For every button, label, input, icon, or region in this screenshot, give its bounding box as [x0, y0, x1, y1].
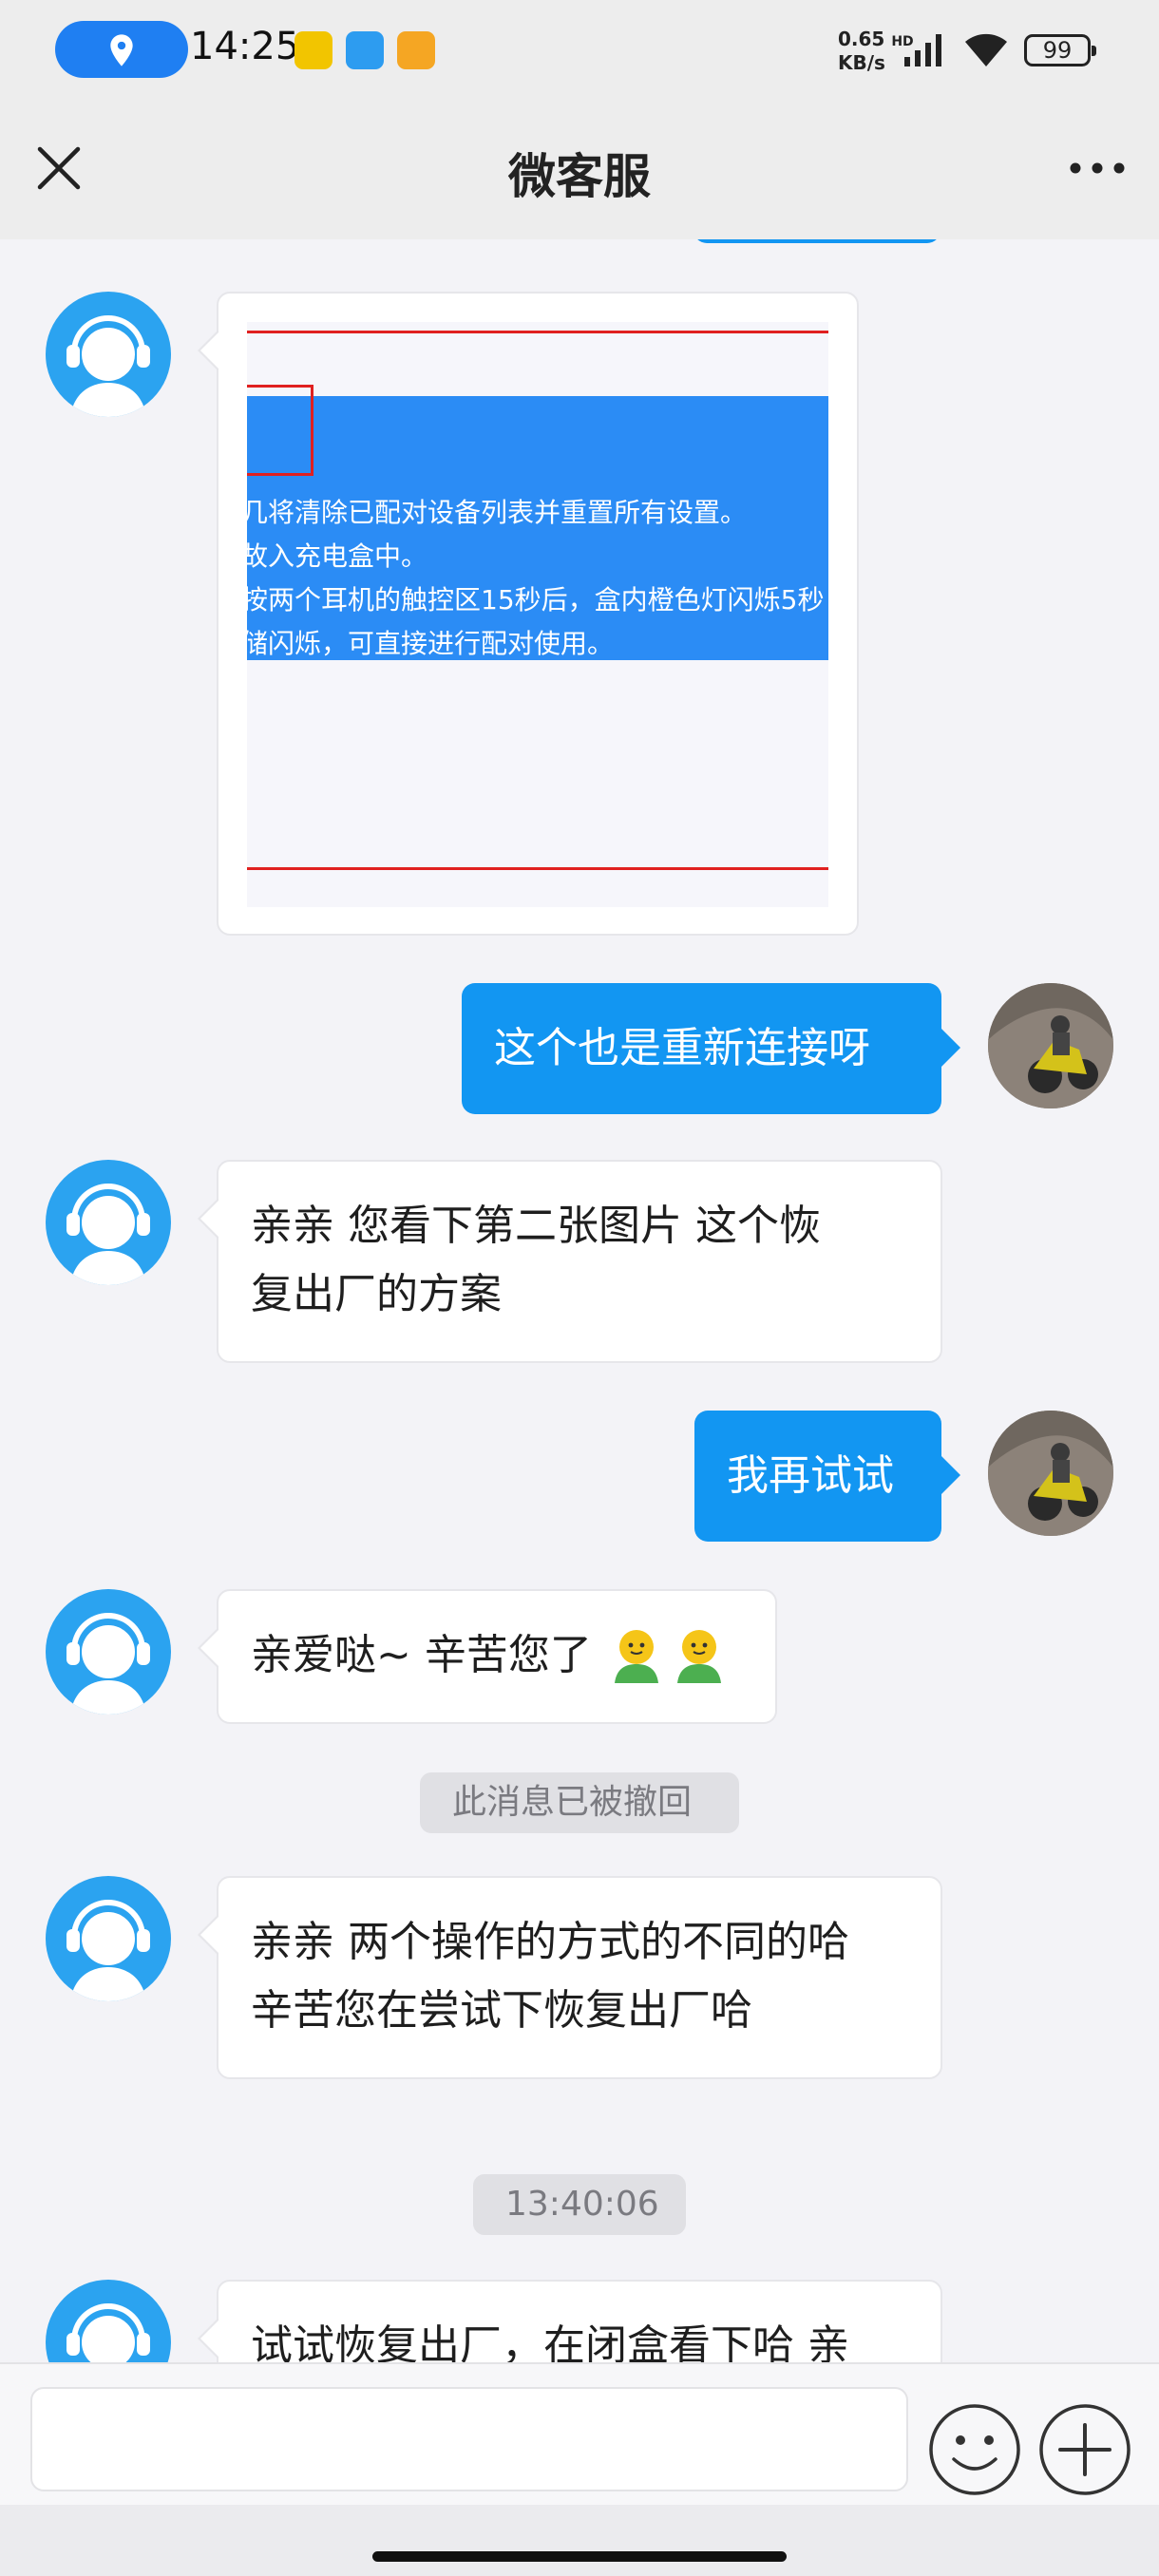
red-line-bottom	[247, 867, 828, 870]
smiling-face-emoji	[614, 1630, 658, 1683]
wifi-icon	[965, 33, 1007, 66]
message-text: 亲爱哒~ 辛苦您了	[251, 1631, 592, 1679]
signal-icon	[904, 34, 941, 66]
agent-avatar-icon	[66, 1184, 150, 1285]
message-bubble-cut	[694, 239, 940, 243]
title-bar: 微客服	[0, 104, 1159, 239]
user-avatar-photo	[988, 1411, 1113, 1536]
agent-avatar[interactable]	[46, 2280, 171, 2362]
red-box-outline	[247, 385, 314, 476]
status-bar: 14:25 0.65 HD KB/s 99	[0, 0, 1159, 104]
mail-app-icon	[397, 31, 435, 69]
user-message-bubble[interactable]: 我再试试	[694, 1411, 960, 1542]
location-icon	[110, 34, 133, 66]
message-line: 辛苦您在尝试下恢复出厂哈	[251, 1986, 752, 2035]
location-pill	[55, 21, 188, 78]
navigation-bar	[0, 2505, 1159, 2576]
plus-icon	[1039, 2404, 1130, 2495]
user-message-bubble[interactable]: 这个也是重新连接呀	[462, 983, 960, 1114]
page-title: 微客服	[508, 149, 651, 204]
emoji-icon	[929, 2404, 1020, 2495]
smiling-face-emoji	[676, 1630, 721, 1683]
user-avatar-photo	[988, 983, 1113, 1108]
agent-avatar-icon	[66, 2303, 150, 2362]
message-line: 复出厂的方案	[251, 1270, 502, 1318]
chat-area[interactable]: 几将清除已配对设备列表并重置所有设置。 故入充电盒中。 按两个耳机的触控区15秒…	[0, 239, 1159, 2362]
message-line: 亲亲 两个操作的方式的不同的哈	[251, 1918, 849, 1966]
input-bar	[0, 2362, 1159, 2507]
message-input[interactable]	[30, 2387, 908, 2491]
plus-button[interactable]	[1037, 2402, 1132, 2497]
message-line: 试试恢复出厂，在闭盒看下哈 亲	[251, 2321, 849, 2362]
agent-avatar[interactable]	[46, 1589, 171, 1714]
sim-card-icon	[294, 31, 332, 69]
user-avatar[interactable]	[988, 1411, 1113, 1536]
battery-indicator: 99	[1024, 34, 1096, 66]
agent-message-bubble[interactable]: 亲爱哒~ 辛苦您了	[198, 1589, 777, 1724]
agent-avatar-icon	[66, 315, 150, 417]
agent-message-bubble[interactable]: 试试恢复出厂，在闭盒看下哈 亲	[198, 2280, 942, 2362]
agent-avatar-icon	[66, 1613, 150, 1714]
message-line: 亲亲 您看下第二张图片 这个恢	[251, 1202, 821, 1250]
agent-avatar[interactable]	[46, 1876, 171, 2001]
agent-avatar[interactable]	[46, 292, 171, 417]
emoji-button[interactable]	[927, 2402, 1022, 2497]
more-icon	[1070, 162, 1125, 174]
image-message[interactable]: 几将清除已配对设备列表并重置所有设置。 故入充电盒中。 按两个耳机的触控区15秒…	[198, 292, 859, 936]
instruction-text: 几将清除已配对设备列表并重置所有设置。 故入充电盒中。 按两个耳机的触控区15秒…	[247, 497, 825, 659]
more-button[interactable]	[1064, 138, 1130, 199]
agent-avatar[interactable]	[46, 1160, 171, 1285]
screenshot-image: 几将清除已配对设备列表并重置所有设置。 故入充电盒中。 按两个耳机的触控区15秒…	[247, 322, 828, 907]
home-indicator[interactable]	[372, 2551, 787, 2562]
red-line-top	[247, 331, 828, 333]
cloud-app-icon	[346, 31, 384, 69]
agent-message-bubble[interactable]: 亲亲 您看下第二张图片 这个恢 复出厂的方案	[198, 1160, 942, 1363]
timestamp: 13:40:06	[473, 2174, 686, 2235]
status-time: 14:25	[190, 25, 300, 68]
agent-message-bubble[interactable]: 亲亲 两个操作的方式的不同的哈 辛苦您在尝试下恢复出厂哈	[198, 1876, 942, 2079]
recalled-notice: 此消息已被撤回	[420, 1772, 739, 1833]
user-avatar[interactable]	[988, 983, 1113, 1108]
agent-avatar-icon	[66, 1900, 150, 2001]
